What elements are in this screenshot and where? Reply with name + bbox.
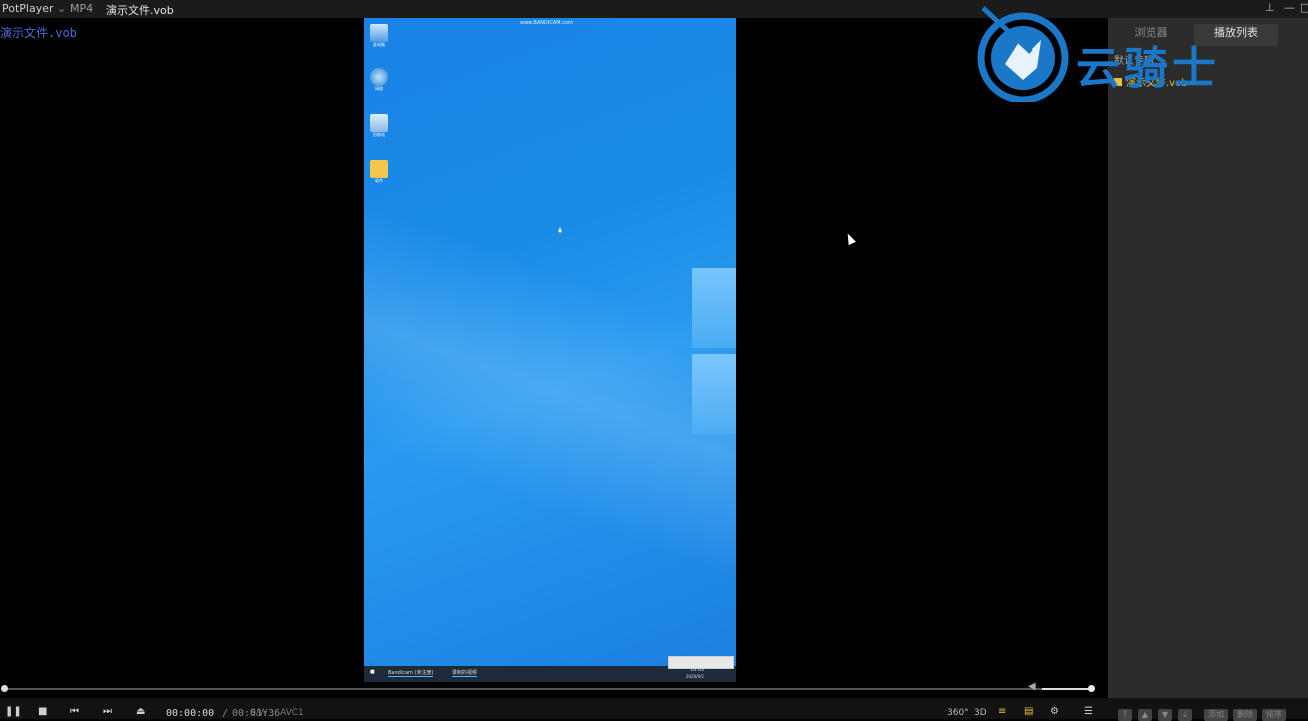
app-menu-button[interactable]: PotPlayer ⌄ (2, 2, 66, 15)
chevron-down-icon: ⌄ (57, 2, 67, 15)
vr-360-button[interactable]: 360° (947, 708, 969, 718)
format-label: MP4 (70, 2, 94, 15)
previous-icon[interactable]: ⏮ (70, 706, 79, 717)
inner-taskbar: ■ Bandicam (未注册) 录制的视频 16:00 2020/9/2 (364, 656, 736, 682)
playlist-toolbar: ⤒ ▲ ▼ ⤓ 添加 删除 排序 (1108, 705, 1308, 721)
volume-thumb[interactable] (1088, 685, 1095, 692)
add-button[interactable]: 添加 (1204, 709, 1228, 721)
folder-icon (370, 160, 388, 178)
osd-filename: 演示文件.vob (0, 26, 77, 40)
move-top-icon[interactable]: ⤒ (1118, 709, 1132, 721)
taskbar-item: Bandicam (未注册) (388, 670, 434, 677)
move-down-icon[interactable]: ▼ (1158, 709, 1172, 721)
pin-icon[interactable]: ⊥ (1265, 1, 1275, 14)
3d-button[interactable]: 3D (974, 708, 987, 718)
knight-logo-icon (977, 6, 1069, 104)
stop-icon[interactable]: ■ (38, 706, 47, 717)
clock-date: 2020/9/2 (686, 674, 704, 679)
start-icon: ■ (370, 669, 375, 675)
recycle-bin-icon (370, 114, 388, 132)
windows-logo-pane (692, 354, 736, 434)
move-up-icon[interactable]: ▲ (1138, 709, 1152, 721)
volume-track (1042, 688, 1092, 690)
wallpaper-light (364, 18, 736, 682)
minimize-button[interactable]: — (1284, 1, 1295, 14)
bandicam-watermark: www.BANDICAM.com (520, 20, 573, 26)
eject-icon[interactable]: ⏏ (136, 706, 145, 717)
desktop-icon-folder: 软件 (368, 160, 390, 184)
gear-icon[interactable]: ⚙ (1050, 706, 1059, 717)
desktop-icon-recycle-bin: 回收站 (368, 114, 390, 138)
time-separator: / (222, 708, 229, 719)
computer-icon (370, 24, 388, 42)
window-title: 演示文件.vob (106, 4, 174, 17)
seek-thumb[interactable] (1, 685, 8, 692)
tray-popup (668, 656, 734, 669)
speaker-icon[interactable]: ◀ (1028, 681, 1036, 692)
sort-button[interactable]: 排序 (1262, 709, 1286, 721)
menu-icon[interactable]: ☰ (1084, 706, 1093, 717)
brand-logo (975, 6, 1071, 106)
desktop-icon-computer: 此电脑 (368, 24, 390, 48)
inner-cursor-icon (558, 226, 562, 233)
desktop-icon-network: 网络 (368, 68, 390, 92)
playlist-panel: 浏览器 播放列表 默认专辑 演示文件.vob (1108, 18, 1308, 698)
move-bottom-icon[interactable]: ⤓ (1178, 709, 1192, 721)
delete-button[interactable]: 删除 (1233, 709, 1257, 721)
maximize-button[interactable]: □ (1300, 1, 1308, 14)
decoder-badge[interactable]: S/W (250, 708, 268, 718)
desktop-icon-label: 回收站 (373, 132, 385, 137)
video-frame: www.BANDICAM.com 此电脑 网络 回收站 软件 ■ Bandica… (364, 18, 736, 682)
codec-badge[interactable]: AVC1 (280, 708, 304, 718)
pause-icon[interactable]: ❚❚ (5, 706, 22, 717)
taskbar-item: 录制的视频 (452, 670, 478, 677)
seek-bar[interactable] (0, 683, 1100, 693)
current-time: 00:00:00 (166, 708, 215, 719)
desktop-icon-label: 此电脑 (373, 42, 385, 47)
subtitle-search-icon[interactable]: ≡ (998, 706, 1006, 717)
playlist-toggle-icon[interactable]: ▤ (1024, 706, 1033, 717)
desktop-icon-label: 网络 (375, 86, 383, 91)
desktop-icon-label: 软件 (375, 178, 383, 183)
next-icon[interactable]: ⏭ (103, 706, 112, 717)
title-bar: PotPlayer ⌄ MP4 演示文件.vob ⊥ — □ (0, 0, 1308, 18)
brand-logo-text: 云骑士 (1076, 43, 1220, 94)
network-icon (370, 68, 388, 86)
windows-logo-pane (692, 268, 736, 348)
app-name: PotPlayer (2, 2, 54, 15)
seek-track (4, 688, 1094, 690)
